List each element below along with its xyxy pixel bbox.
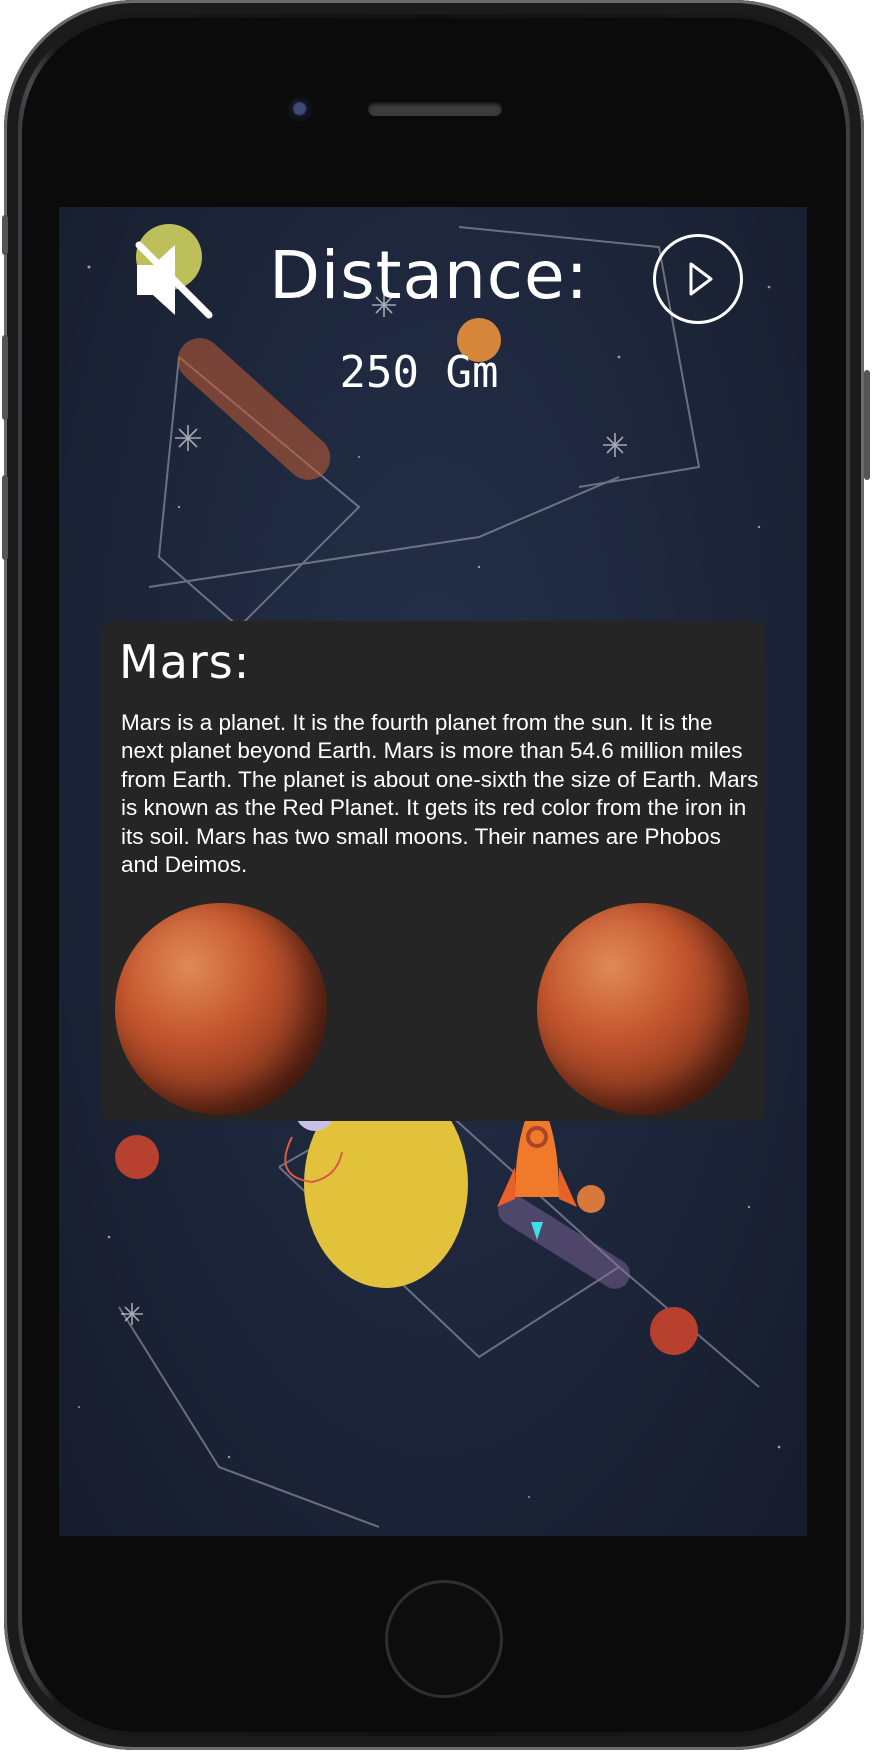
- planet-title: Mars:: [119, 635, 251, 689]
- mars-image-left: [115, 903, 327, 1115]
- planet-info-card: Mars: Mars is a planet. It is the fourth…: [101, 621, 765, 1121]
- speaker-muted-icon: [135, 241, 213, 319]
- phone-power-button: [864, 370, 870, 480]
- home-button[interactable]: [385, 1580, 503, 1698]
- play-icon: [689, 262, 713, 296]
- phone-volume-down: [2, 475, 8, 560]
- play-button[interactable]: [653, 234, 743, 324]
- front-camera: [287, 96, 315, 124]
- app-screen: Distance: 250 Gm Mars: Mars is a planet.…: [59, 207, 807, 1536]
- phone-volume-up: [2, 335, 8, 420]
- planet-description: Mars is a planet. It is the fourth plane…: [121, 710, 759, 878]
- phone-side-button: [2, 215, 8, 255]
- distance-value: 250 Gm: [339, 347, 499, 398]
- mars-image-right: [537, 903, 749, 1115]
- distance-label: Distance:: [269, 237, 589, 314]
- earpiece-speaker: [368, 102, 502, 116]
- mute-button[interactable]: [129, 235, 219, 325]
